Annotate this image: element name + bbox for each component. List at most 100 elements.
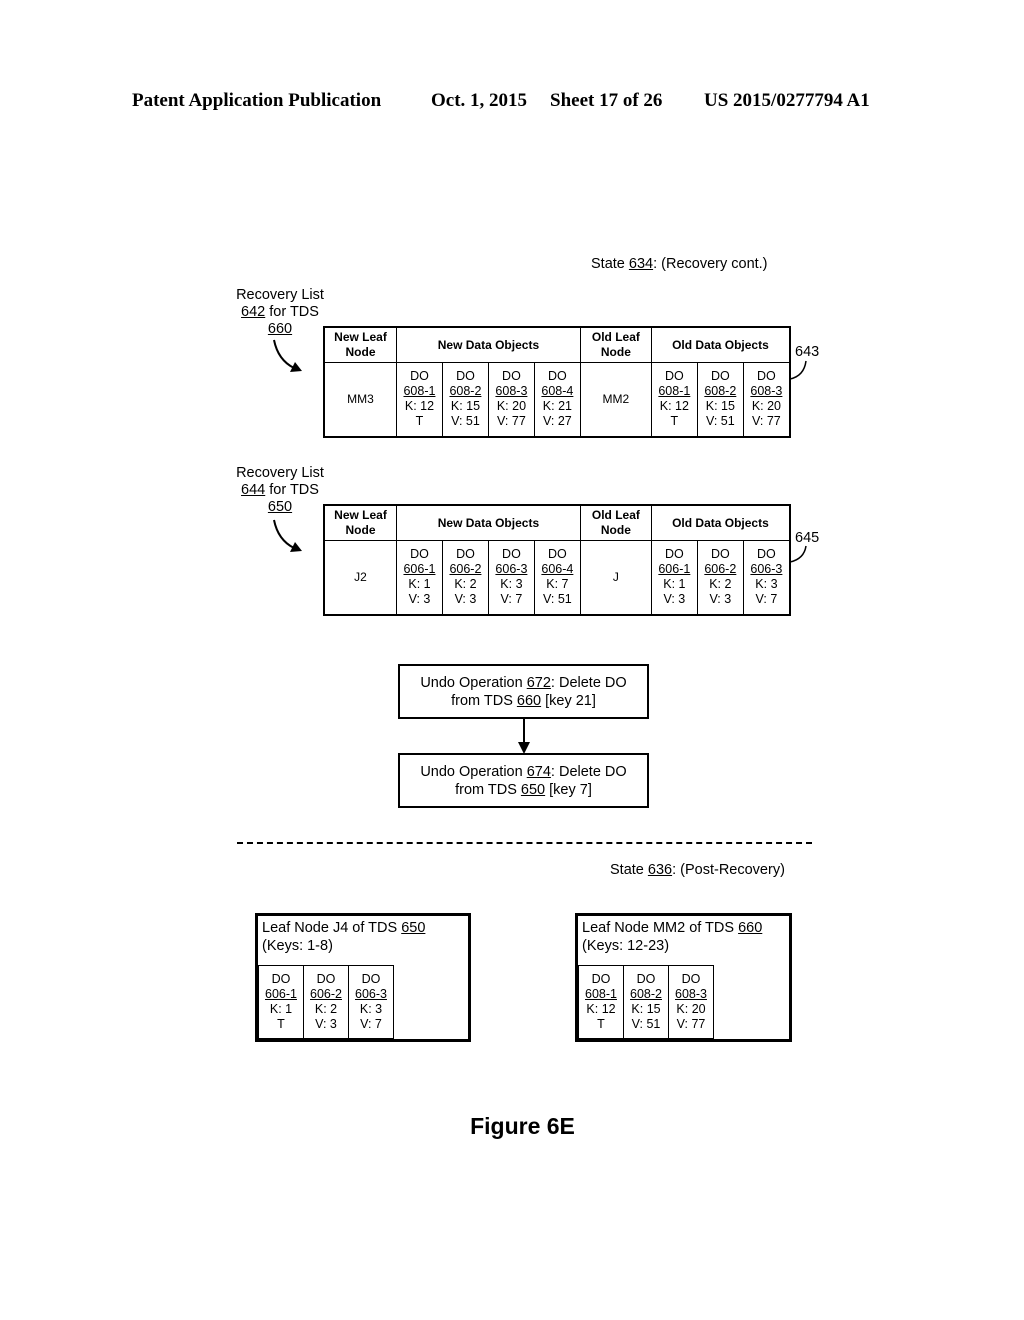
data-object-cell: DO 606-2 K: 2 V: 3 bbox=[303, 965, 349, 1039]
do-label: DO bbox=[271, 972, 291, 986]
recovery-list-title: Recovery List bbox=[236, 465, 324, 481]
undo-from: from TDS bbox=[451, 692, 517, 709]
pointer-arrow-icon bbox=[273, 519, 302, 552]
undo-key: [key 7] bbox=[545, 781, 592, 798]
pointer-arrow-icon bbox=[273, 339, 302, 372]
do-key: K: 20 bbox=[751, 399, 781, 414]
do-id: 608-1 bbox=[403, 384, 436, 399]
header-new-data-objects: New Data Objects bbox=[396, 504, 581, 541]
do-label: DO bbox=[410, 369, 429, 384]
leader-line-icon bbox=[789, 545, 807, 563]
do-value: V: 3 bbox=[408, 592, 431, 607]
undo-ref: 672 bbox=[526, 674, 551, 691]
leaf-name: Leaf Node MM2 of TDS bbox=[582, 920, 739, 936]
recovery-list-642-label: Recovery List 642 for TDS 660 bbox=[232, 287, 328, 338]
do-label: DO bbox=[664, 369, 684, 384]
recovery-list-tds-ref: 660 bbox=[267, 321, 293, 337]
do-id: 608-3 bbox=[675, 987, 707, 1001]
leaf-node-mm2: Leaf Node MM2 of TDS 660 (Keys: 12-23) D… bbox=[575, 913, 792, 1042]
do-value: V: 3 bbox=[663, 592, 686, 607]
data-object-cell: DO 606-3 K: 3 V: 7 bbox=[348, 965, 394, 1039]
sheet-number: Sheet 17 of 26 bbox=[550, 90, 663, 111]
leaf-tds-ref: 650 bbox=[401, 920, 426, 936]
undo-prefix: Undo Operation bbox=[420, 674, 527, 691]
undo-key: [key 21] bbox=[541, 692, 596, 709]
state-suffix: : (Post-Recovery) bbox=[672, 862, 785, 878]
flow-arrow-icon bbox=[518, 718, 530, 754]
recovery-list-ref: 644 bbox=[241, 482, 266, 498]
do-value: V: 77 bbox=[752, 414, 781, 429]
publication-label: Patent Application Publication bbox=[132, 90, 382, 111]
leaf-title: Leaf Node MM2 of TDS 660 (Keys: 12-23) bbox=[578, 916, 789, 955]
do-key: K: 20 bbox=[496, 399, 527, 414]
do-key: K: 12 bbox=[586, 1002, 616, 1016]
header-old-data-objects: Old Data Objects bbox=[650, 504, 791, 541]
do-key: K: 2 bbox=[314, 1002, 338, 1016]
leaf-tds-ref: 660 bbox=[738, 920, 763, 936]
do-key: K: 1 bbox=[269, 1002, 293, 1016]
do-label: DO bbox=[591, 972, 611, 986]
recovery-list-tds-ref: 650 bbox=[267, 499, 293, 515]
undo-tds-ref: 650 bbox=[520, 781, 546, 798]
do-label: DO bbox=[361, 972, 381, 986]
undo-prefix: Undo Operation bbox=[420, 763, 527, 780]
recovery-list-ref: 642 bbox=[241, 304, 266, 320]
do-key: K: 7 bbox=[546, 577, 569, 592]
do-id: 606-3 bbox=[355, 987, 387, 1001]
state-ref: 634 bbox=[628, 256, 654, 272]
do-value: V: 77 bbox=[497, 414, 526, 429]
data-object-cell: DO 608-3 K: 20 V: 77 bbox=[487, 362, 535, 437]
data-object-cell: DO 606-2 K: 2 V: 3 bbox=[441, 540, 489, 615]
data-object-cell: DO 606-3 K: 3 V: 7 bbox=[487, 540, 535, 615]
leaf-data-objects: DO 608-1 K: 12 T DO 608-2 K: 15 V: 51 DO 608-3 K… bbox=[578, 965, 714, 1039]
header-new-leaf-node: New Leaf Node bbox=[323, 504, 397, 541]
do-value: V: 51 bbox=[705, 414, 735, 429]
undo-line-2: from TDS 660 [key 21] bbox=[400, 692, 647, 710]
do-id: 606-1 bbox=[403, 562, 436, 577]
do-value: V: 51 bbox=[543, 592, 572, 607]
do-value: V: 27 bbox=[543, 414, 572, 429]
do-key: K: 20 bbox=[676, 1002, 706, 1016]
do-key: K: 12 bbox=[659, 399, 689, 414]
leaf-data-objects: DO 606-1 K: 1T DO 606-2 K: 2 V: 3 DO 606-3 K: 3… bbox=[258, 965, 394, 1039]
do-key: K: 1 bbox=[408, 577, 431, 592]
do-label: DO bbox=[548, 547, 567, 562]
recovery-list-title: Recovery List bbox=[236, 287, 324, 303]
do-id: 608-3 bbox=[750, 384, 783, 399]
reference-643: 643 bbox=[795, 344, 820, 360]
do-value: V: 3 bbox=[315, 1017, 337, 1031]
do-id: 608-2 bbox=[449, 384, 482, 399]
do-id: 608-1 bbox=[658, 384, 691, 399]
recovery-list-644-label: Recovery List 644 for TDS 650 bbox=[232, 465, 328, 516]
do-label: DO bbox=[636, 972, 656, 986]
do-key: K: 3 bbox=[500, 577, 523, 592]
do-id: 608-4 bbox=[541, 384, 574, 399]
publication-number: US 2015/0277794 A1 bbox=[704, 90, 870, 111]
do-value: T bbox=[277, 1017, 285, 1031]
do-key: K: 2 bbox=[709, 577, 732, 592]
undo-from: from TDS bbox=[455, 781, 521, 798]
recovery-list-642-table: New Leaf Node New Data Objects Old Leaf … bbox=[323, 326, 791, 438]
recovery-list-ref-line: 644 for TDS bbox=[232, 482, 328, 499]
do-label: DO bbox=[710, 369, 730, 384]
do-id: 606-1 bbox=[658, 562, 691, 577]
header-new-data-objects: New Data Objects bbox=[396, 326, 581, 363]
undo-line-2: from TDS 650 [key 7] bbox=[400, 781, 647, 799]
leaf-title-line: Leaf Node J4 of TDS 650 bbox=[262, 919, 468, 937]
data-object-cell: DO 608-1 K: 12 T bbox=[578, 965, 624, 1039]
publication-date: Oct. 1, 2015 bbox=[431, 90, 528, 111]
state-prefix: State bbox=[591, 256, 629, 272]
do-id: 606-1 bbox=[265, 987, 297, 1001]
do-value: V: 3 bbox=[454, 592, 477, 607]
undo-operation-672-box: Undo Operation 672: Delete DO from TDS 6… bbox=[398, 664, 649, 719]
data-object-cell: DO 608-3 K: 20 V: 77 bbox=[668, 965, 714, 1039]
leaf-title-line: Leaf Node MM2 of TDS 660 bbox=[582, 919, 789, 937]
header-old-leaf-node: Old Leaf Node bbox=[579, 326, 652, 363]
do-value: T bbox=[597, 1017, 605, 1031]
figure-label: Figure 6E bbox=[470, 1113, 575, 1139]
data-object-cell: DO 608-2 K: 15 V: 51 bbox=[696, 362, 744, 437]
do-label: DO bbox=[456, 369, 475, 384]
data-object-cell: DO 606-1 K: 1 V: 3 bbox=[396, 540, 443, 615]
do-key: K: 15 bbox=[450, 399, 481, 414]
recovery-list-644-table: New Leaf Node New Data Objects Old Leaf … bbox=[323, 504, 791, 616]
